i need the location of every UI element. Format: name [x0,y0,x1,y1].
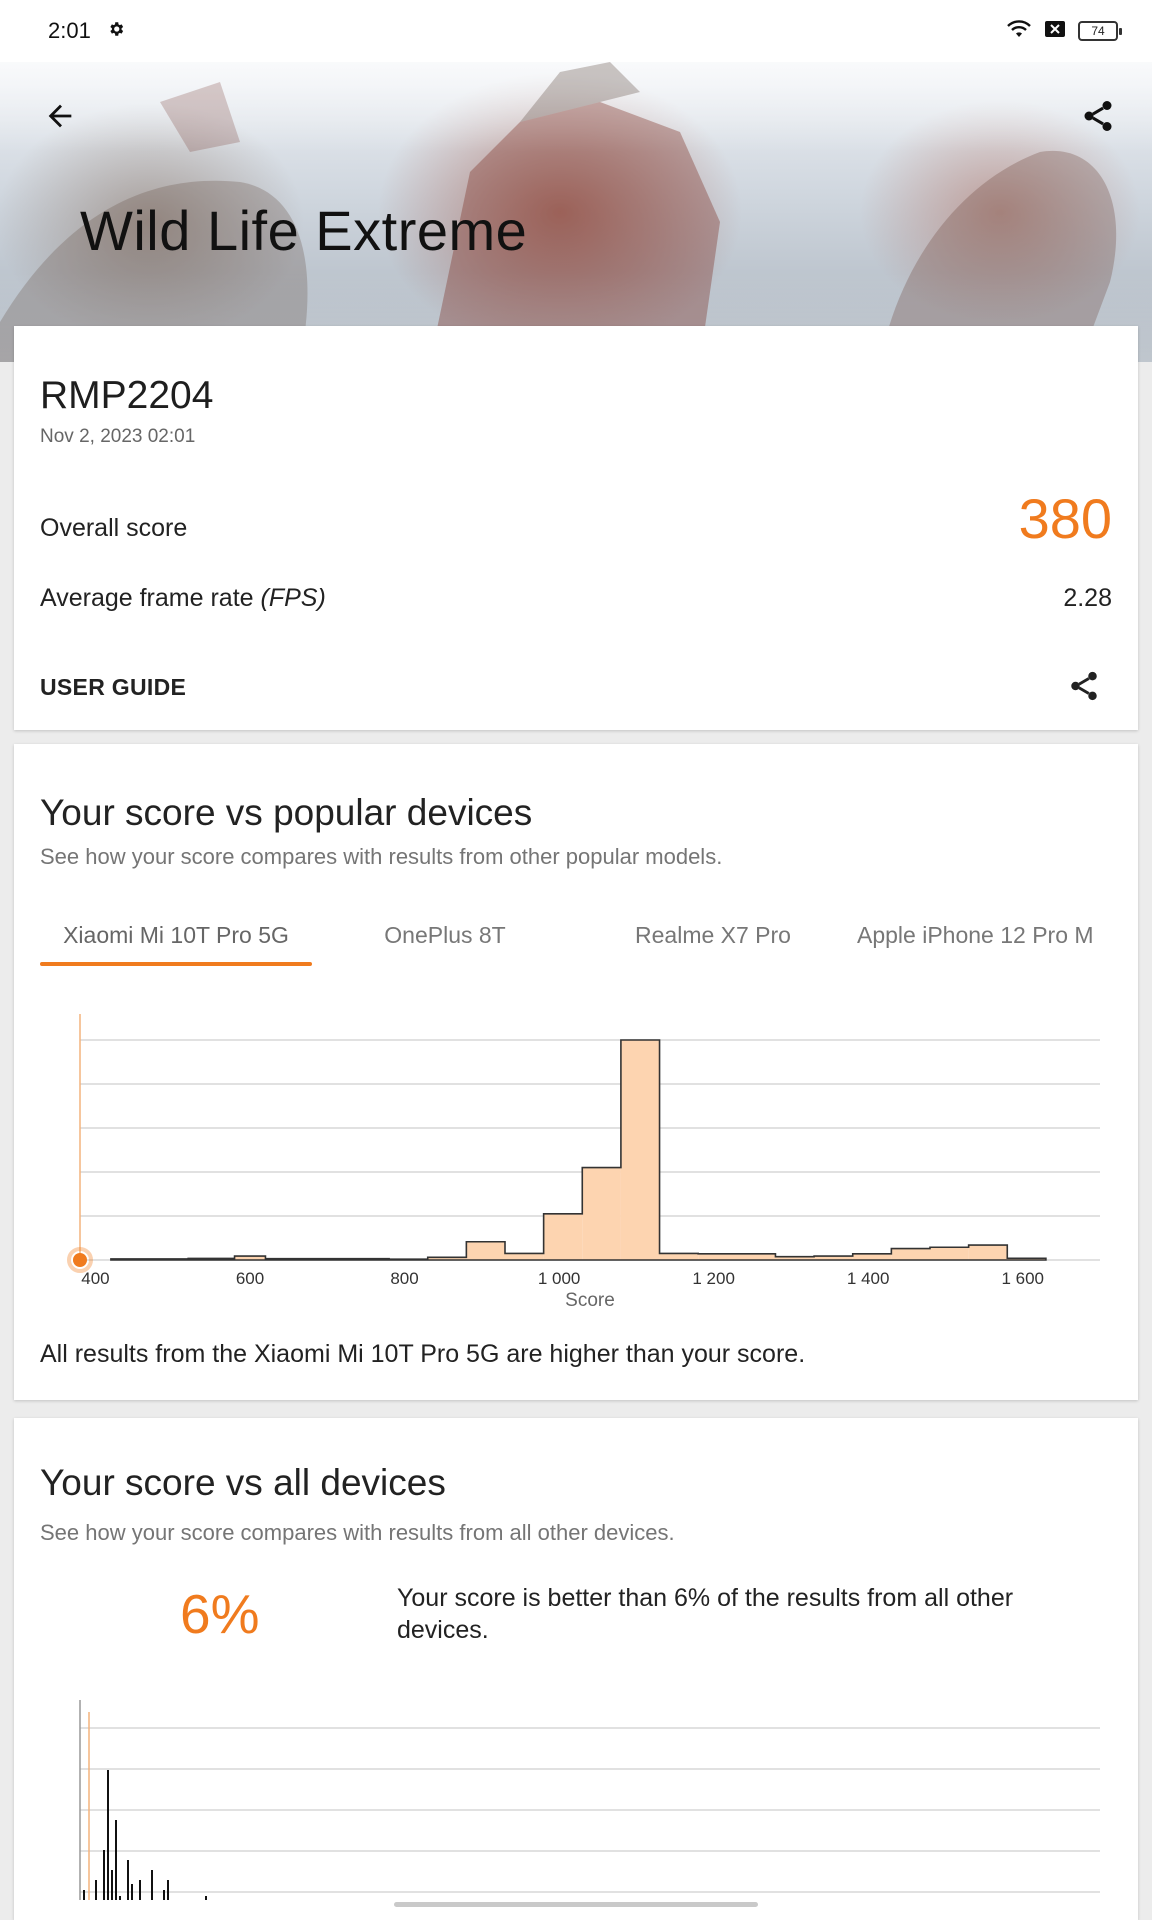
x-tick-label: 1 400 [847,1269,890,1288]
result-card: RMP2204 Nov 2, 2023 02:01 Overall score … [14,326,1138,730]
overall-score-value: 380 [1018,487,1112,550]
page-title: Wild Life Extreme [80,199,528,262]
popular-section-description: See how your score compares with results… [40,844,723,869]
all-devices-card: Your score vs all devices See how your s… [14,1418,1138,1920]
histogram-bar [582,1167,621,1260]
overall-score-label: Overall score [40,514,188,542]
histogram-bar [968,1245,1008,1260]
histogram-bar [466,1241,505,1260]
popular-histogram: 400 600 800 1 000 1 200 1 400 1 600 Score [40,1014,1112,1329]
x-tick-label: 1 000 [538,1269,581,1288]
fps-label: Average frame rate (FPS) [40,584,326,613]
x-tick-label: 600 [236,1269,264,1288]
x-tick-label: 1 600 [1001,1269,1044,1288]
histogram-bar [505,1253,544,1260]
popular-histogram-svg: 400 600 800 1 000 1 200 1 400 1 600 Score [67,1014,1100,1311]
all-section-description: See how your score compares with results… [40,1520,675,1545]
tab-oneplus-8t[interactable]: OnePlus 8T [312,914,578,972]
histogram-bar [852,1253,892,1260]
percentile-value: 6% [180,1583,260,1645]
status-left: 2:01 [48,18,125,44]
histogram-bar [891,1248,930,1260]
sim-blocked-icon [1044,20,1066,43]
status-right: 74 [1006,19,1122,44]
status-bar: 2:01 74 [0,0,1152,62]
all-section-title: Your score vs all devices [40,1462,446,1503]
share-icon[interactable] [1074,92,1122,140]
fps-label-text: Average frame rate [40,584,254,612]
active-tab-indicator [40,962,312,966]
x-tick-label: 800 [390,1269,418,1288]
result-date: Nov 2, 2023 02:01 [40,426,196,447]
tab-realme-x7-pro[interactable]: Realme X7 Pro [578,914,848,972]
percentile-description: Your score is better than 6% of the resu… [397,1584,1014,1644]
wifi-icon [1006,19,1032,44]
status-time: 2:01 [48,18,91,43]
x-tick-label: 1 200 [692,1269,735,1288]
histogram-bar [698,1253,776,1260]
back-arrow-icon[interactable] [36,92,84,140]
popular-chart-caption: All results from the Xiaomi Mi 10T Pro 5… [40,1340,806,1368]
all-devices-histogram [79,1700,1100,1900]
settings-gear-icon [107,18,125,44]
x-tick-label: 400 [81,1269,109,1288]
popular-section-title: Your score vs popular devices [40,792,533,833]
hero-banner: Wild Life Extreme [0,62,1152,362]
battery-icon: 74 [1078,21,1122,41]
fps-unit: (FPS) [260,584,326,612]
histogram-bar [659,1253,699,1260]
share-result-icon[interactable] [1060,662,1108,710]
user-guide-link[interactable]: USER GUIDE [40,674,186,701]
device-name: RMP2204 [40,374,214,417]
histogram-bar [543,1213,583,1260]
home-indicator[interactable] [394,1902,758,1907]
histogram-bar [620,1040,660,1260]
fps-value: 2.28 [1063,584,1112,612]
histogram-bar [930,1247,969,1260]
x-axis-label: Score [565,1290,615,1311]
tab-apple-iphone-12-pro[interactable]: Apple iPhone 12 Pro M [855,914,1112,972]
device-tabs: Xiaomi Mi 10T Pro 5G OnePlus 8T Realme X… [40,914,1112,972]
popular-devices-card: Your score vs popular devices See how yo… [14,744,1138,1400]
your-score-dot [73,1253,87,1267]
